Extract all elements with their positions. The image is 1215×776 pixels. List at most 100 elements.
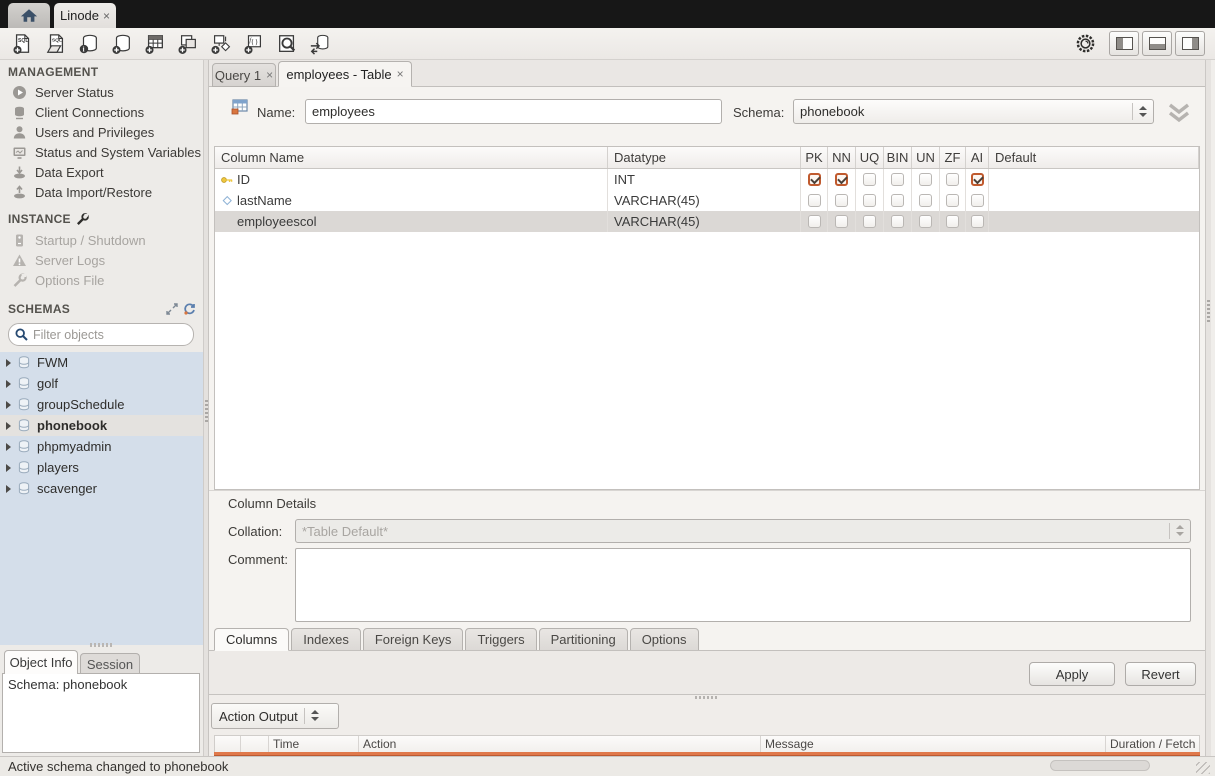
filter-objects-input[interactable] <box>33 328 173 342</box>
output-header-time[interactable]: Time <box>269 736 359 752</box>
collapse-header-chevron-icon[interactable] <box>1166 103 1192 123</box>
output-header-duration[interactable]: Duration / Fetch <box>1106 736 1199 752</box>
expander-icon[interactable] <box>6 380 11 388</box>
tab-options[interactable]: Options <box>630 628 699 651</box>
tab-object-info[interactable]: Object Info <box>4 650 78 674</box>
sidebar-item-options-file[interactable]: Options File <box>0 270 203 290</box>
ai-checkbox[interactable] <box>971 215 984 228</box>
header-nn[interactable]: NN <box>828 147 856 168</box>
tab-query-1[interactable]: Query 1 × <box>212 63 276 87</box>
expander-icon[interactable] <box>6 464 11 472</box>
output-header-message[interactable]: Message <box>761 736 1106 752</box>
schema-item-golf[interactable]: golf <box>0 373 203 394</box>
right-panel-splitter[interactable] <box>1205 60 1211 756</box>
uq-checkbox[interactable] <box>863 173 876 186</box>
schema-item-phonebook[interactable]: phonebook <box>0 415 203 436</box>
bin-checkbox[interactable] <box>891 173 904 186</box>
output-header-action[interactable]: Action <box>359 736 761 752</box>
sidebar-item-data-import[interactable]: Data Import/Restore <box>0 182 203 202</box>
pk-checkbox[interactable] <box>808 173 821 186</box>
tab-foreign-keys[interactable]: Foreign Keys <box>363 628 464 651</box>
horizontal-scrollbar-thumb[interactable] <box>1050 760 1150 771</box>
refresh-schemas-icon[interactable] <box>183 303 196 315</box>
zf-checkbox[interactable] <box>946 173 959 186</box>
schema-item-groupschedule[interactable]: groupSchedule <box>0 394 203 415</box>
bin-checkbox[interactable] <box>891 194 904 207</box>
reconnect-dbms-button[interactable] <box>303 31 336 57</box>
nn-checkbox[interactable] <box>835 215 848 228</box>
create-table-button[interactable] <box>138 31 171 57</box>
collation-select[interactable]: *Table Default* <box>295 519 1191 543</box>
output-splitter-grip[interactable] <box>695 696 719 699</box>
header-bin[interactable]: BIN <box>884 147 912 168</box>
apply-button[interactable]: Apply <box>1029 662 1115 686</box>
schema-item-scavenger[interactable]: scavenger <box>0 478 203 499</box>
header-un[interactable]: UN <box>912 147 940 168</box>
schema-item-fwm[interactable]: FWM <box>0 352 203 373</box>
tab-triggers[interactable]: Triggers <box>465 628 536 651</box>
uq-checkbox[interactable] <box>863 194 876 207</box>
comment-textarea[interactable] <box>295 548 1191 622</box>
close-icon[interactable]: × <box>266 68 273 82</box>
create-function-button[interactable]: () f <box>237 31 270 57</box>
open-sql-script-button[interactable]: SQL <box>39 31 72 57</box>
tab-indexes[interactable]: Indexes <box>291 628 361 651</box>
expander-icon[interactable] <box>6 422 11 430</box>
create-view-button[interactable] <box>171 31 204 57</box>
header-ai[interactable]: AI <box>966 147 989 168</box>
header-default[interactable]: Default <box>989 147 1199 168</box>
expand-schemas-icon[interactable] <box>166 303 178 315</box>
sidebar-item-data-export[interactable]: Data Export <box>0 162 203 182</box>
home-tab[interactable] <box>8 3 50 28</box>
header-datatype[interactable]: Datatype <box>608 147 801 168</box>
expander-icon[interactable] <box>6 401 11 409</box>
pk-checkbox[interactable] <box>808 194 821 207</box>
sidebar-horizontal-splitter[interactable] <box>90 643 114 647</box>
header-zf[interactable]: ZF <box>940 147 966 168</box>
nn-checkbox[interactable] <box>835 173 848 186</box>
sidebar-item-status-system-variables[interactable]: Status and System Variables <box>0 142 203 162</box>
un-checkbox[interactable] <box>919 215 932 228</box>
close-icon[interactable]: × <box>397 67 404 81</box>
ai-checkbox[interactable] <box>971 173 984 186</box>
sidebar-item-server-logs[interactable]: Server Logs <box>0 250 203 270</box>
create-procedure-button[interactable] <box>204 31 237 57</box>
preferences-button[interactable] <box>1076 34 1095 53</box>
sidebar-item-startup-shutdown[interactable]: Startup / Shutdown <box>0 230 203 250</box>
toggle-right-panel-button[interactable] <box>1175 31 1205 56</box>
sidebar-item-client-connections[interactable]: Client Connections <box>0 102 203 122</box>
zf-checkbox[interactable] <box>946 215 959 228</box>
connection-tab[interactable]: Linode × <box>54 3 116 28</box>
un-checkbox[interactable] <box>919 194 932 207</box>
schema-select[interactable]: phonebook <box>793 99 1154 124</box>
tab-session[interactable]: Session <box>80 653 140 674</box>
table-row[interactable]: ID INT <box>215 169 1199 190</box>
bin-checkbox[interactable] <box>891 215 904 228</box>
header-pk[interactable]: PK <box>801 147 828 168</box>
schema-item-phpmyadmin[interactable]: phpmyadmin <box>0 436 203 457</box>
nn-checkbox[interactable] <box>835 194 848 207</box>
db-info-button[interactable]: i <box>72 31 105 57</box>
table-row[interactable]: employeescol VARCHAR(45) <box>215 211 1199 232</box>
output-type-select[interactable]: Action Output <box>211 703 339 729</box>
tab-columns[interactable]: Columns <box>214 628 289 651</box>
window-resize-grip[interactable] <box>1196 762 1210 774</box>
expander-icon[interactable] <box>6 443 11 451</box>
pk-checkbox[interactable] <box>808 215 821 228</box>
new-sql-tab-button[interactable]: SQL <box>6 31 39 57</box>
toggle-bottom-panel-button[interactable] <box>1142 31 1172 56</box>
header-column-name[interactable]: Column Name <box>215 147 608 168</box>
uq-checkbox[interactable] <box>863 215 876 228</box>
search-table-data-button[interactable] <box>270 31 303 57</box>
expander-icon[interactable] <box>6 485 11 493</box>
expander-icon[interactable] <box>6 359 11 367</box>
tab-employees-table[interactable]: employees - Table × <box>278 61 412 87</box>
table-row[interactable]: lastName VARCHAR(45) <box>215 190 1199 211</box>
ai-checkbox[interactable] <box>971 194 984 207</box>
table-name-input[interactable] <box>305 99 722 124</box>
revert-button[interactable]: Revert <box>1125 662 1196 686</box>
sidebar-item-users-privileges[interactable]: Users and Privileges <box>0 122 203 142</box>
tab-partitioning[interactable]: Partitioning <box>539 628 628 651</box>
schema-item-players[interactable]: players <box>0 457 203 478</box>
un-checkbox[interactable] <box>919 173 932 186</box>
